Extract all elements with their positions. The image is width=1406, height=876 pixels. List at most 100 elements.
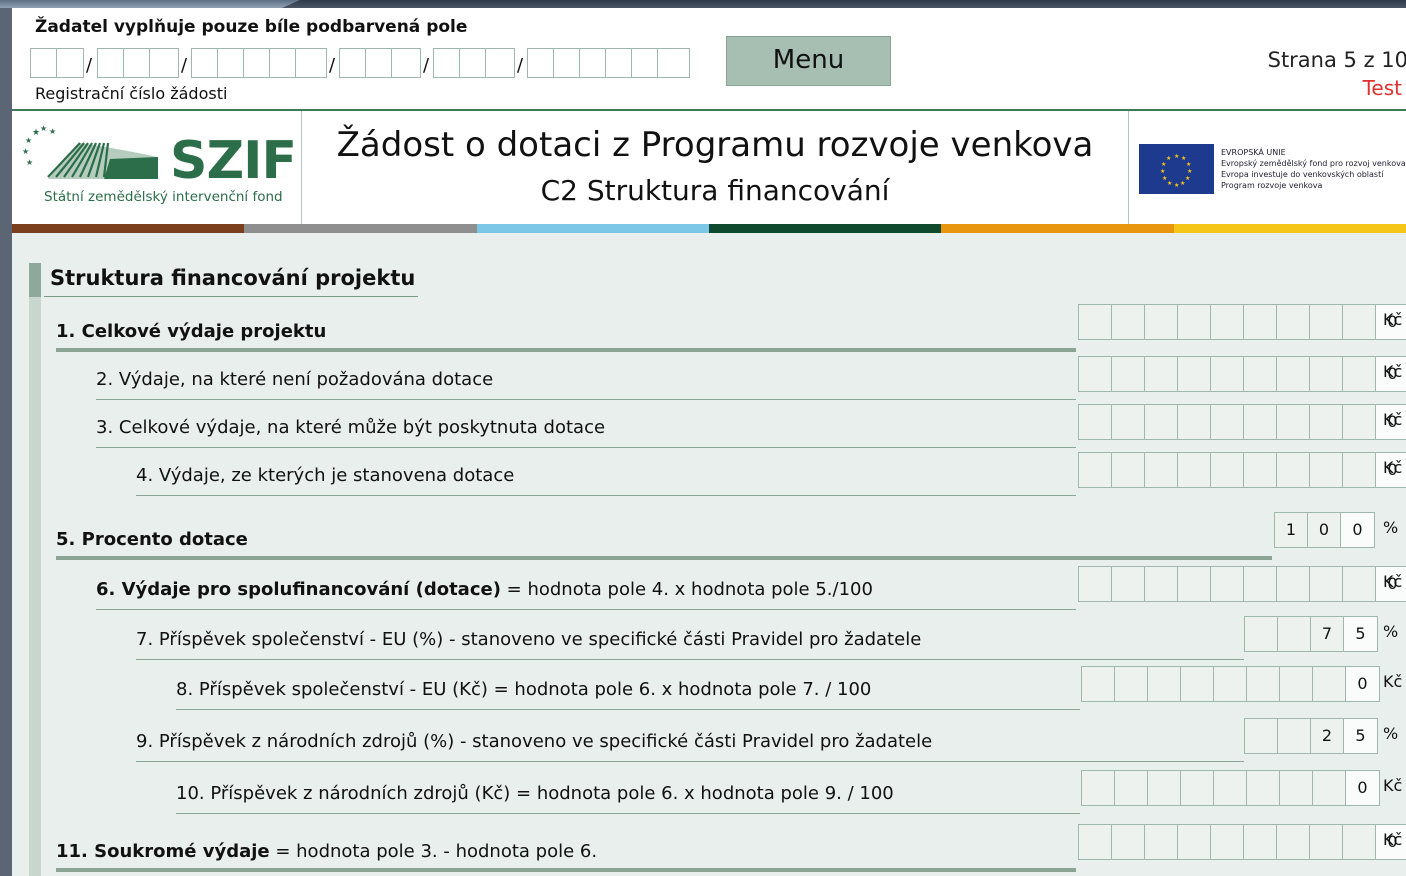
digit-cell[interactable]: [1343, 405, 1376, 439]
digit-cell[interactable]: [1277, 305, 1310, 339]
digit-cell[interactable]: [1244, 567, 1277, 601]
digit-cell[interactable]: [1112, 405, 1145, 439]
digit-cell[interactable]: [1082, 771, 1115, 805]
digit-cell[interactable]: [1247, 771, 1280, 805]
amount-input[interactable]: 0: [1078, 452, 1406, 488]
digit-cell[interactable]: [1115, 771, 1148, 805]
amount-input[interactable]: 25: [1244, 718, 1378, 754]
digit-cell[interactable]: [1343, 305, 1376, 339]
digit-cell[interactable]: [1313, 771, 1346, 805]
digit-cell[interactable]: [1343, 567, 1376, 601]
digit-cell[interactable]: 7: [1311, 617, 1344, 651]
amount-input[interactable]: 0: [1078, 404, 1406, 440]
digit-cell[interactable]: 0: [1308, 513, 1341, 547]
digit-cell[interactable]: [1079, 567, 1112, 601]
reg-segment-6[interactable]: [527, 48, 690, 78]
digit-cell[interactable]: [1211, 305, 1244, 339]
digit-cell[interactable]: 5: [1344, 719, 1377, 753]
digit-cell[interactable]: [1211, 405, 1244, 439]
digit-cell[interactable]: 0: [1346, 667, 1379, 701]
digit-cell[interactable]: [1145, 567, 1178, 601]
digit-cell[interactable]: [1112, 825, 1145, 859]
reg-segment-4[interactable]: [339, 48, 421, 78]
digit-cell[interactable]: [1313, 667, 1346, 701]
digit-cell[interactable]: [1079, 357, 1112, 391]
digit-cell[interactable]: [1178, 825, 1211, 859]
digit-cell[interactable]: [1277, 825, 1310, 859]
digit-cell[interactable]: 5: [1344, 617, 1377, 651]
digit-cell[interactable]: [1112, 453, 1145, 487]
digit-cell[interactable]: [1145, 825, 1178, 859]
digit-cell[interactable]: [1211, 825, 1244, 859]
digit-cell[interactable]: [1178, 405, 1211, 439]
digit-cell[interactable]: [1277, 357, 1310, 391]
digit-cell[interactable]: [1310, 567, 1343, 601]
digit-cell[interactable]: [1178, 567, 1211, 601]
digit-cell[interactable]: [1278, 719, 1311, 753]
digit-cell[interactable]: [1244, 453, 1277, 487]
reg-segment-1[interactable]: [30, 48, 84, 78]
amount-input[interactable]: 0: [1078, 824, 1406, 860]
digit-cell[interactable]: [1148, 771, 1181, 805]
digit-cell[interactable]: [1145, 357, 1178, 391]
digit-cell[interactable]: [1244, 305, 1277, 339]
digit-cell[interactable]: [1145, 405, 1178, 439]
digit-cell[interactable]: [1245, 617, 1278, 651]
digit-cell[interactable]: [1112, 305, 1145, 339]
amount-input[interactable]: 75: [1244, 616, 1378, 652]
digit-cell[interactable]: [1277, 405, 1310, 439]
digit-cell[interactable]: [1145, 453, 1178, 487]
digit-cell[interactable]: [1214, 667, 1247, 701]
digit-cell[interactable]: 1: [1275, 513, 1308, 547]
digit-cell[interactable]: [1280, 667, 1313, 701]
digit-cell[interactable]: [1214, 771, 1247, 805]
amount-input[interactable]: 0: [1081, 770, 1380, 806]
digit-cell[interactable]: [1079, 305, 1112, 339]
digit-cell[interactable]: [1115, 667, 1148, 701]
digit-cell[interactable]: [1178, 357, 1211, 391]
digit-cell[interactable]: [1310, 305, 1343, 339]
digit-cell[interactable]: [1247, 667, 1280, 701]
digit-cell[interactable]: [1148, 667, 1181, 701]
digit-cell[interactable]: [1079, 405, 1112, 439]
digit-cell[interactable]: [1343, 453, 1376, 487]
digit-cell[interactable]: [1278, 617, 1311, 651]
digit-cell[interactable]: [1178, 453, 1211, 487]
digit-cell[interactable]: [1244, 357, 1277, 391]
amount-input[interactable]: 0: [1078, 304, 1406, 340]
digit-cell[interactable]: [1310, 825, 1343, 859]
digit-cell[interactable]: [1211, 453, 1244, 487]
digit-cell[interactable]: [1079, 825, 1112, 859]
digit-cell[interactable]: [1310, 405, 1343, 439]
amount-input[interactable]: 0: [1081, 666, 1380, 702]
digit-cell[interactable]: [1245, 719, 1278, 753]
menu-button[interactable]: Menu: [726, 36, 891, 86]
digit-cell[interactable]: [1277, 453, 1310, 487]
digit-cell[interactable]: 0: [1346, 771, 1379, 805]
reg-segment-3[interactable]: [191, 48, 327, 78]
digit-cell[interactable]: [1145, 305, 1178, 339]
digit-cell[interactable]: [1310, 453, 1343, 487]
digit-cell[interactable]: 0: [1341, 513, 1374, 547]
digit-cell[interactable]: [1211, 567, 1244, 601]
digit-cell[interactable]: [1310, 357, 1343, 391]
amount-input[interactable]: 0: [1078, 356, 1406, 392]
digit-cell[interactable]: 2: [1311, 719, 1344, 753]
digit-cell[interactable]: [1343, 825, 1376, 859]
digit-cell[interactable]: [1112, 357, 1145, 391]
digit-cell[interactable]: [1211, 357, 1244, 391]
digit-cell[interactable]: [1244, 825, 1277, 859]
digit-cell[interactable]: [1079, 453, 1112, 487]
digit-cell[interactable]: [1181, 771, 1214, 805]
digit-cell[interactable]: [1178, 305, 1211, 339]
reg-segment-2[interactable]: [97, 48, 179, 78]
amount-input[interactable]: 100: [1274, 512, 1375, 548]
digit-cell[interactable]: [1343, 357, 1376, 391]
amount-input[interactable]: 0: [1078, 566, 1406, 602]
reg-segment-5[interactable]: [433, 48, 515, 78]
digit-cell[interactable]: [1280, 771, 1313, 805]
digit-cell[interactable]: [1181, 667, 1214, 701]
digit-cell[interactable]: [1244, 405, 1277, 439]
digit-cell[interactable]: [1277, 567, 1310, 601]
digit-cell[interactable]: [1112, 567, 1145, 601]
